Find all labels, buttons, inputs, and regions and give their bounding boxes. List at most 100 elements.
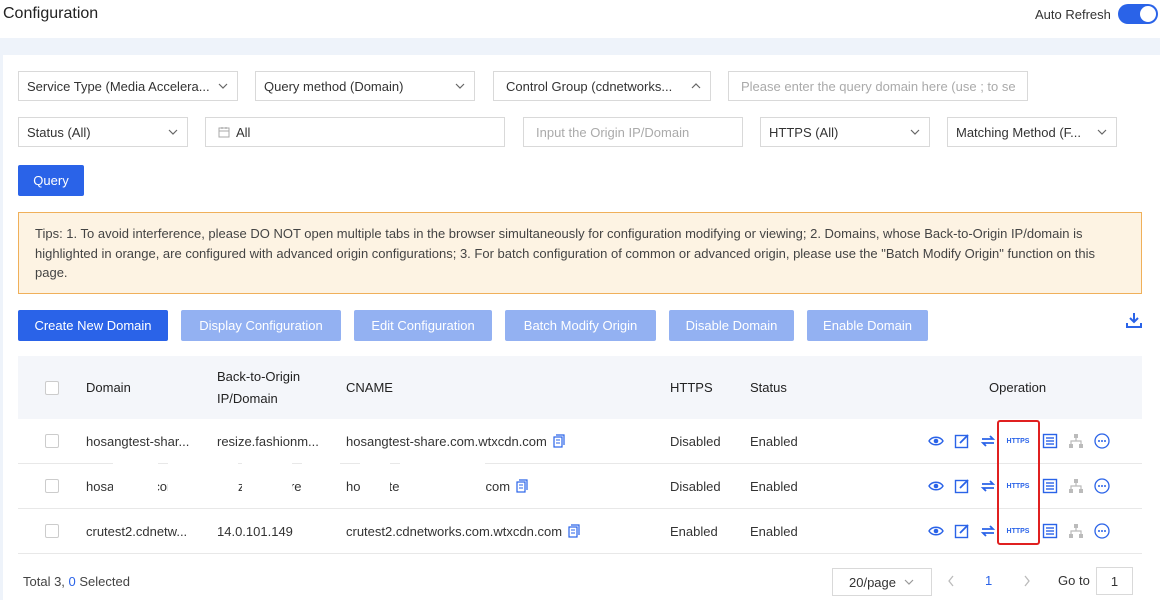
chevron-down-icon xyxy=(910,129,920,135)
control-group-select[interactable]: Control Group (cdnetworks... xyxy=(493,71,711,101)
domain-search-placeholder: Please enter the query domain here (use … xyxy=(741,78,1016,94)
row-checkbox[interactable] xyxy=(45,524,59,538)
service-type-select[interactable]: Service Type (Media Accelera... xyxy=(18,71,238,101)
matching-method-select[interactable]: Matching Method (F... xyxy=(947,117,1117,147)
origin-input[interactable]: Input the Origin IP/Domain xyxy=(523,117,743,147)
selected-count: 0 xyxy=(68,574,76,589)
origin-placeholder: Input the Origin IP/Domain xyxy=(536,124,690,140)
header-domain: Domain xyxy=(86,379,131,395)
header-status: Status xyxy=(750,379,787,395)
goto-label: Go to xyxy=(1058,573,1090,588)
cname-text: hosangtest-share.com.wtxcdn.com xyxy=(346,433,547,449)
batch-modify-origin-button[interactable]: Batch Modify Origin xyxy=(505,310,656,341)
table-header: Domain Back-to-Origin IP/Domain CNAME HT… xyxy=(18,356,1142,419)
header-origin: Back-to-Origin IP/Domain xyxy=(217,356,300,419)
text-mask xyxy=(360,463,390,507)
domain-search-input[interactable]: Please enter the query domain here (use … xyxy=(728,71,1028,101)
selected-suffix: Selected xyxy=(75,574,130,589)
copy-icon[interactable] xyxy=(568,524,580,538)
chevron-down-icon xyxy=(1097,129,1107,135)
domain-cell[interactable]: hosangtest-shar... xyxy=(86,419,201,463)
hierarchy-icon[interactable] xyxy=(1068,433,1084,449)
text-mask xyxy=(113,463,158,507)
selection-summary: Total 3, 0 Selected xyxy=(23,574,130,589)
edit-icon[interactable] xyxy=(954,433,970,449)
header-cname: CNAME xyxy=(346,379,393,395)
page-size-value: 20/page xyxy=(849,574,896,590)
auto-refresh-label: Auto Refresh xyxy=(1035,7,1111,22)
hierarchy-icon[interactable] xyxy=(1068,523,1084,539)
https-cell: Enabled xyxy=(670,523,718,539)
query-button[interactable]: Query xyxy=(18,165,84,196)
row-checkbox[interactable] xyxy=(45,479,59,493)
edit-configuration-button[interactable]: Edit Configuration xyxy=(354,310,492,341)
next-page-icon[interactable] xyxy=(1022,574,1032,588)
query-method-value: Query method (Domain) xyxy=(264,78,404,94)
edit-icon[interactable] xyxy=(954,523,970,539)
enable-domain-button[interactable]: Enable Domain xyxy=(807,310,928,341)
top-bar: Configuration Auto Refresh xyxy=(0,0,1160,38)
edit-icon[interactable] xyxy=(954,478,970,494)
header-operation: Operation xyxy=(989,379,1047,395)
row-checkbox[interactable] xyxy=(45,434,59,448)
date-range-value: All xyxy=(236,124,251,140)
chevron-down-icon xyxy=(218,83,228,89)
list-icon[interactable] xyxy=(1042,478,1058,494)
tips-banner: Tips: 1. To avoid interference, please D… xyxy=(18,212,1142,294)
more-icon[interactable] xyxy=(1094,523,1110,539)
view-icon[interactable] xyxy=(928,523,944,539)
origin-cell: 14.0.101.149 xyxy=(217,523,293,539)
table-row: crutest2.cdnetw... 14.0.101.149 crutest2.c… xyxy=(18,509,1142,554)
more-icon[interactable] xyxy=(1094,433,1110,449)
chevron-down-icon xyxy=(904,579,914,585)
cname-cell: hosangtest.com.wtxcdn.com xyxy=(346,464,656,508)
select-all-checkbox[interactable] xyxy=(45,381,59,395)
cname-cell: crutest2.cdnetworks.com.wtxcdn.com xyxy=(346,509,656,553)
hierarchy-icon[interactable] xyxy=(1068,478,1084,494)
https-highlight-box xyxy=(997,420,1040,545)
text-mask xyxy=(400,463,485,507)
https-select[interactable]: HTTPS (All) xyxy=(760,117,930,147)
toggle-knob xyxy=(1140,6,1156,22)
cname-cell: hosangtest-share.com.wtxcdn.com xyxy=(346,419,656,463)
origin-cell: resize.fashionm... xyxy=(217,433,319,449)
text-mask xyxy=(302,463,340,507)
status-cell: Enabled xyxy=(750,523,798,539)
https-filter-value: HTTPS (All) xyxy=(769,124,839,140)
chevron-down-icon xyxy=(168,129,178,135)
page-size-select[interactable]: 20/page xyxy=(832,568,932,596)
prev-page-icon[interactable] xyxy=(946,574,956,588)
disable-domain-button[interactable]: Disable Domain xyxy=(669,310,794,341)
status-select[interactable]: Status (All) xyxy=(18,117,188,147)
list-icon[interactable] xyxy=(1042,523,1058,539)
date-range-picker[interactable]: All xyxy=(205,117,505,147)
copy-icon[interactable] xyxy=(553,434,565,448)
copy-icon[interactable] xyxy=(516,479,528,493)
cname-text: crutest2.cdnetworks.com.wtxcdn.com xyxy=(346,523,563,539)
view-icon[interactable] xyxy=(928,478,944,494)
goto-page-input[interactable]: 1 xyxy=(1096,567,1133,595)
service-type-value: Service Type (Media Accelera... xyxy=(27,78,210,94)
sync-icon[interactable] xyxy=(980,433,996,449)
total-prefix: Total 3, xyxy=(23,574,69,589)
download-icon[interactable] xyxy=(1126,312,1142,328)
current-page[interactable]: 1 xyxy=(985,573,992,588)
text-mask xyxy=(242,463,292,507)
sync-icon[interactable] xyxy=(980,478,996,494)
header-origin-line1: Back-to-Origin xyxy=(217,368,301,384)
chevron-down-icon xyxy=(455,83,465,89)
https-cell: Disabled xyxy=(670,478,721,494)
header-origin-line2: IP/Domain xyxy=(217,390,278,406)
create-domain-button[interactable]: Create New Domain xyxy=(18,310,168,341)
control-group-value: Control Group (cdnetworks... xyxy=(506,78,673,94)
view-icon[interactable] xyxy=(928,433,944,449)
display-configuration-button[interactable]: Display Configuration xyxy=(181,310,341,341)
sync-icon[interactable] xyxy=(980,523,996,539)
more-icon[interactable] xyxy=(1094,478,1110,494)
query-method-select[interactable]: Query method (Domain) xyxy=(255,71,475,101)
status-cell: Enabled xyxy=(750,433,798,449)
auto-refresh-toggle[interactable] xyxy=(1118,4,1158,24)
list-icon[interactable] xyxy=(1042,433,1058,449)
matching-method-value: Matching Method (F... xyxy=(956,124,1081,140)
domain-cell[interactable]: crutest2.cdnetw... xyxy=(86,509,201,553)
